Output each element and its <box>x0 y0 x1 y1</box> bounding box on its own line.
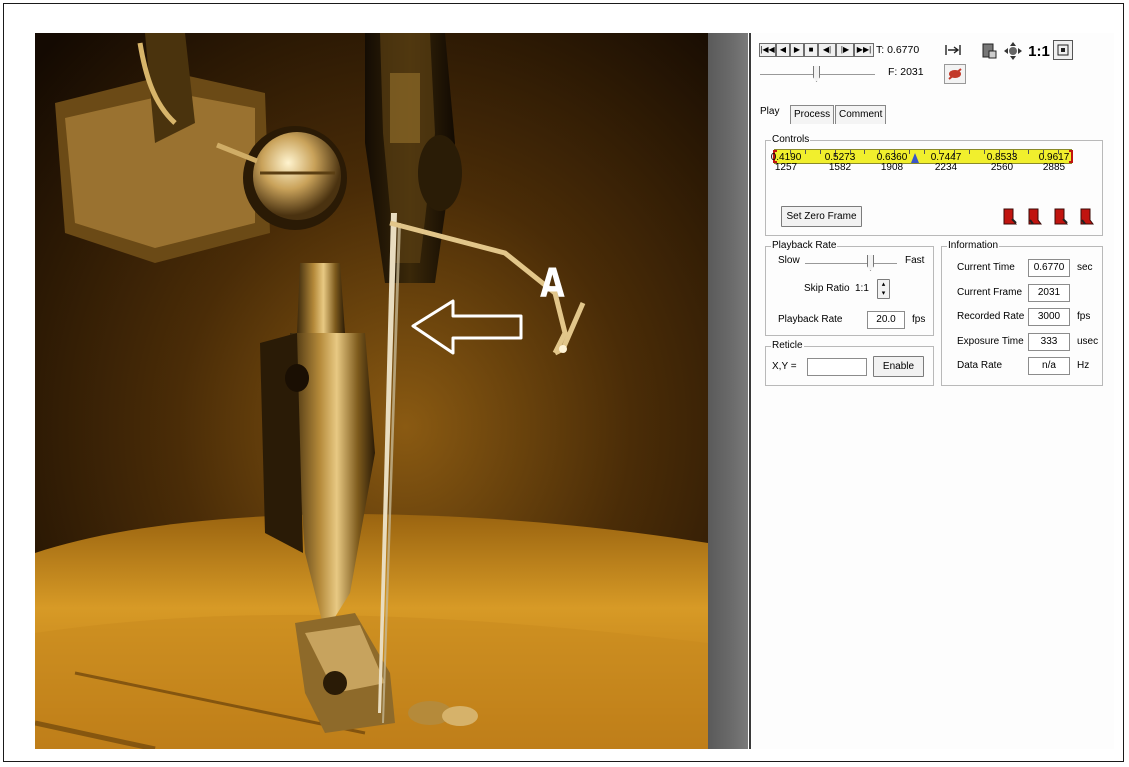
panel-divider[interactable] <box>749 33 751 749</box>
timeline-frame-label: 2885 <box>1042 162 1066 173</box>
timeline-tick <box>1028 150 1030 154</box>
playback-rate-title: Playback Rate <box>771 240 838 252</box>
spin-down-icon[interactable]: ▾ <box>878 289 889 298</box>
video-frame[interactable]: A <box>35 33 708 749</box>
time-readout: T: 0.6770 <box>876 44 920 56</box>
frame-readout: F: 2031 <box>888 66 924 78</box>
goto-out-icon[interactable] <box>1080 208 1094 225</box>
skip-ratio-label: Skip Ratio <box>804 283 850 294</box>
control-panel: |◀◀ ◀ ▶ ■ ◀| |▶ ▶▶| T: 0.6770 F: 2031 1:… <box>752 33 1114 749</box>
sewing-machine-image <box>35 33 708 749</box>
timeline-frame-label: 1908 <box>880 162 904 173</box>
next-frame-button[interactable]: |▶ <box>836 43 854 57</box>
first-frame-button[interactable]: |◀◀ <box>759 43 776 57</box>
information-title: Information <box>947 240 1000 252</box>
timeline-frame-label: 1257 <box>774 162 798 173</box>
info-value: 0.6770 <box>1028 259 1070 277</box>
goto-in-icon[interactable] <box>1054 208 1068 225</box>
speed-slider-track[interactable] <box>805 263 897 264</box>
spin-up-icon[interactable]: ▴ <box>878 280 889 289</box>
info-unit: Hz <box>1077 360 1090 371</box>
fullscreen-icon[interactable] <box>1053 40 1073 60</box>
skip-ratio-spinner[interactable]: ▴ ▾ <box>877 279 890 299</box>
xy-field[interactable] <box>807 358 867 376</box>
playback-rate-field[interactable]: 20.0 <box>867 311 905 329</box>
fast-label: Fast <box>905 255 925 266</box>
fit-width-icon[interactable] <box>942 39 964 61</box>
timeline-tick <box>864 150 866 154</box>
step-back-button[interactable]: ◀ <box>776 43 790 57</box>
info-unit: usec <box>1077 336 1099 347</box>
info-label: Data Rate <box>957 360 1003 371</box>
timeline-frame-label: 2560 <box>990 162 1014 173</box>
info-label: Current Time <box>957 262 1015 273</box>
info-value: 2031 <box>1028 284 1070 302</box>
annotation-label: A <box>540 261 565 307</box>
timeline-frame-label: 1582 <box>828 162 852 173</box>
actual-size-icon[interactable]: 1:1 <box>1028 40 1050 62</box>
reticle-title: Reticle <box>771 340 804 352</box>
mark-out-icon[interactable] <box>1028 208 1042 225</box>
playback-rate-label: Playback Rate <box>778 314 843 325</box>
info-value: 3000 <box>1028 308 1070 326</box>
timeline-frame-label: 2234 <box>934 162 958 173</box>
info-value: n/a <box>1028 357 1070 375</box>
viewport-margin <box>708 33 748 749</box>
info-label: Recorded Rate <box>957 311 1025 322</box>
enable-reticle-button[interactable]: Enable <box>873 356 924 377</box>
info-unit: sec <box>1077 262 1093 273</box>
last-frame-button[interactable]: ▶▶| <box>854 43 874 57</box>
camera-icon[interactable] <box>978 40 1000 62</box>
tab-play[interactable]: Play <box>757 103 782 124</box>
no-record-icon[interactable] <box>944 64 966 84</box>
move-icon[interactable] <box>1002 40 1024 62</box>
skip-ratio-value: 1:1 <box>855 283 869 294</box>
slow-label: Slow <box>778 255 800 266</box>
play-button[interactable]: ▶ <box>790 43 804 57</box>
info-label: Exposure Time <box>957 336 1024 347</box>
frame-scrubber-thumb[interactable] <box>813 66 820 82</box>
info-value: 333 <box>1028 333 1070 351</box>
xy-label: X,Y = <box>772 361 797 372</box>
tab-comment[interactable]: Comment <box>835 105 887 124</box>
info-unit: fps <box>1077 311 1091 322</box>
info-label: Current Frame <box>957 287 1023 298</box>
mark-in-icon[interactable] <box>1003 208 1017 225</box>
playback-rate-unit: fps <box>912 314 926 325</box>
stop-button[interactable]: ■ <box>804 43 818 57</box>
tab-process[interactable]: Process <box>790 105 835 124</box>
set-zero-frame-button[interactable]: Set Zero Frame <box>781 206 862 227</box>
prev-frame-button[interactable]: ◀| <box>818 43 836 57</box>
controls-group-title: Controls <box>771 134 811 146</box>
